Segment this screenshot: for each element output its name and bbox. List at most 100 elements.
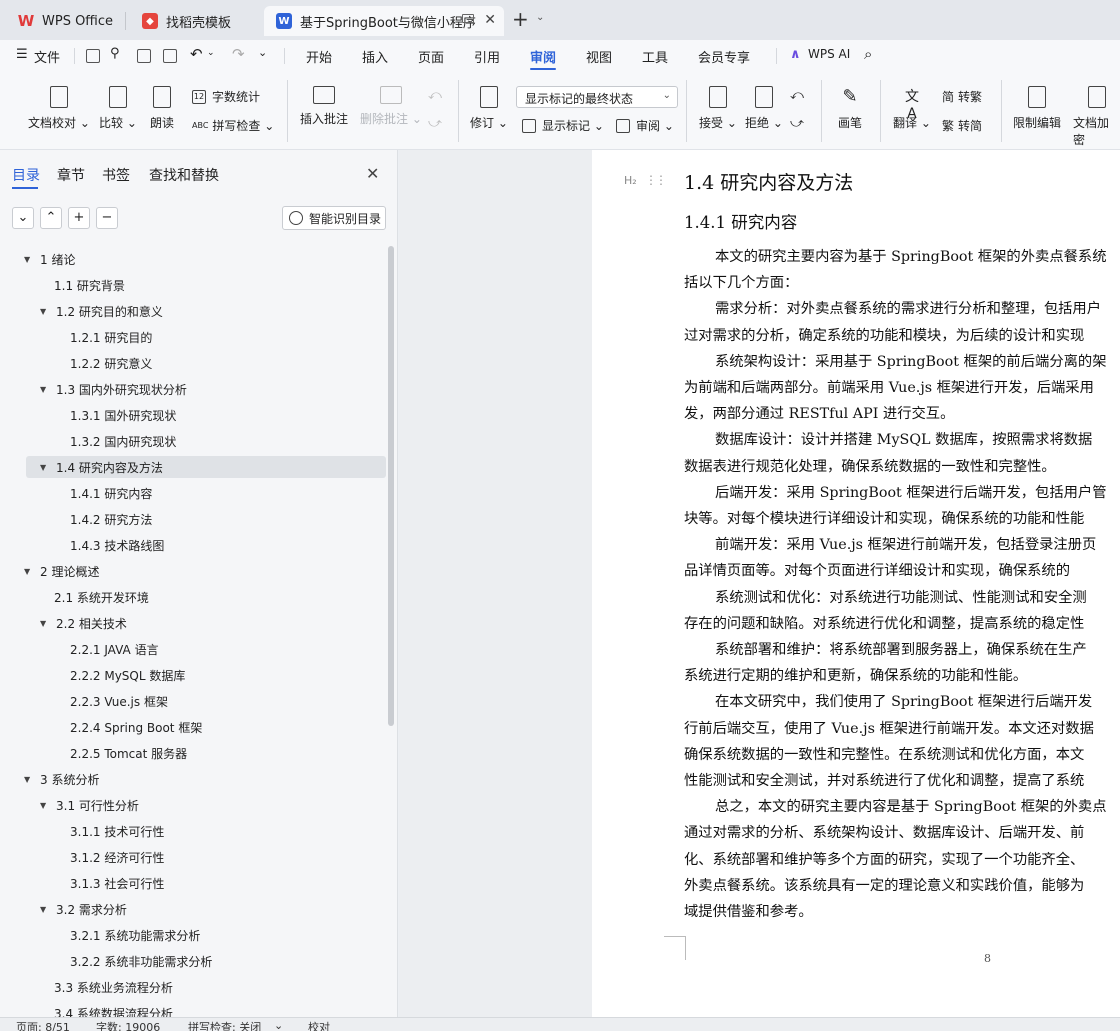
remove-heading-button[interactable]: − [96,207,118,229]
toc-item[interactable]: 1.3.2 国内研究现状 [70,430,176,452]
drag-handle-icon[interactable]: ⋮⋮ [645,173,665,187]
toc-item[interactable]: ▼3.1 可行性分析 [40,794,139,816]
chevron-down-icon[interactable]: ⌄ [207,48,215,58]
toc-item[interactable]: 1.4.2 研究方法 [70,508,152,530]
prev-comment-icon[interactable]: ⤺ [428,88,442,103]
accept-button[interactable]: 接受 ⌄ [699,86,737,131]
collapse-all-button[interactable]: ⌃ [40,207,62,229]
nav-tab-bookmark[interactable]: 书签 [102,165,130,185]
review-pane-button[interactable]: 审阅 ⌄ [616,117,674,134]
toc-item[interactable]: 1.1 研究背景 [54,274,125,296]
toc-item[interactable]: 2.2.5 Tomcat 服务器 [70,742,187,764]
toc-scrollbar[interactable] [388,246,394,726]
to-simplified-button[interactable]: 繁 转简 [942,117,982,134]
next-change-icon[interactable]: ⤻ [790,116,804,131]
to-traditional-button[interactable]: 简 转繁 [942,88,982,105]
toc-item[interactable]: 3.1.1 技术可行性 [70,820,164,842]
proof-indicator[interactable]: 校对 [308,1019,330,1031]
page-indicator[interactable]: 页面: 8/51 [16,1019,70,1031]
expand-arrow-icon[interactable]: ▼ [24,255,40,264]
toc-item[interactable]: ▼2.2 相关技术 [40,612,127,634]
menu-tools[interactable]: 工具 [642,47,668,66]
expand-arrow-icon[interactable]: ▼ [40,619,56,628]
wps-ai-button[interactable]: WPS AI [808,47,850,61]
markup-state-select[interactable]: 显示标记的最终状态 ⌄ [516,86,678,108]
menu-review[interactable]: 审阅 [530,47,556,66]
toc-item[interactable]: 1.2.1 研究目的 [70,326,152,348]
spell-check-indicator[interactable]: 拼写检查: 关闭 [188,1019,261,1031]
more-chevron-icon[interactable]: ⌄ [258,46,267,59]
doc-check-button[interactable]: 文档校对 ⌄ [28,86,90,131]
tab-document[interactable]: W 基于SpringBoot与微信小程序 ✕ [264,6,504,36]
undo-icon[interactable]: ↶ [190,45,203,63]
add-heading-button[interactable]: + [68,207,90,229]
chevron-down-icon[interactable]: ⌄ [536,12,544,23]
redo-icon[interactable]: ↷ [232,45,245,63]
show-markup-button[interactable]: 显示标记 ⌄ [522,117,604,134]
file-menu[interactable]: 文件 [34,47,60,66]
toc-item[interactable]: 3.2.2 系统非功能需求分析 [70,950,212,972]
smart-toc-button[interactable]: 智能识别目录 [282,206,386,230]
menu-member[interactable]: 会员专享 [698,47,750,66]
menu-page[interactable]: 页面 [418,47,444,66]
nav-tab-find-replace[interactable]: 查找和替换 [149,165,219,185]
expand-arrow-icon[interactable]: ▼ [24,775,40,784]
toc-item[interactable]: ▼3 系统分析 [24,768,99,790]
toc-item[interactable]: 2.2.4 Spring Boot 框架 [70,716,202,738]
close-pane-icon[interactable]: ✕ [366,164,379,183]
expand-arrow-icon[interactable]: ▼ [24,567,40,576]
reject-button[interactable]: 拒绝 ⌄ [745,86,783,131]
expand-arrow-icon[interactable]: ▼ [40,801,56,810]
read-aloud-button[interactable]: 朗读 [150,86,174,131]
delete-comment-button[interactable]: 删除批注 ⌄ [360,86,422,127]
expand-arrow-icon[interactable]: ▼ [40,385,56,394]
toc-item[interactable]: 3.2.1 系统功能需求分析 [70,924,200,946]
search-icon[interactable]: ⌕ [864,45,872,63]
compare-button[interactable]: 比较 ⌄ [99,86,137,131]
monitor-icon[interactable] [462,14,474,23]
new-tab-icon[interactable]: + [512,9,529,29]
prev-change-icon[interactable]: ⤺ [790,88,804,103]
expand-all-button[interactable]: ⌄ [12,207,34,229]
expand-arrow-icon[interactable]: ▼ [40,307,56,316]
tab-wps-office[interactable]: W WPS Office [6,6,122,36]
link-icon[interactable]: ⚲ [110,46,120,61]
close-tab-icon[interactable]: ✕ [484,12,496,28]
chevron-down-icon[interactable]: ⌄ [274,1019,283,1031]
toc-item[interactable]: 1.4.1 研究内容 [70,482,152,504]
expand-arrow-icon[interactable]: ▼ [40,905,56,914]
word-count-indicator[interactable]: 字数: 19006 [96,1019,160,1031]
word-count-button[interactable]: 12 字数统计 [192,88,260,105]
restrict-edit-button[interactable]: 限制编辑 [1013,86,1061,131]
menu-start[interactable]: 开始 [306,47,332,66]
toc-item[interactable]: 3.1.3 社会可行性 [70,872,164,894]
pen-button[interactable]: ✎ 画笔 [838,86,862,131]
spell-check-button[interactable]: ABC 拼写检查 ⌄ [192,117,274,134]
toc-item[interactable]: 2.2.2 MySQL 数据库 [70,664,185,686]
next-comment-icon[interactable]: ⤻ [428,116,442,131]
tab-template[interactable]: ◆ 找稻壳模板 [130,6,258,36]
toc-item[interactable]: 3.1.2 经济可行性 [70,846,164,868]
revise-button[interactable]: 修订 ⌄ [470,86,508,131]
toc-item[interactable]: ▼1.4 研究内容及方法 [40,456,163,478]
toc-item[interactable]: ▼2 理论概述 [24,560,99,582]
menu-view[interactable]: 视图 [586,47,612,66]
toc-item[interactable]: ▼1.2 研究目的和意义 [40,300,163,322]
toc-item[interactable]: 1.4.3 技术路线图 [70,534,164,556]
print-preview-icon[interactable] [163,49,177,63]
insert-comment-button[interactable]: 插入批注 [300,86,348,127]
print-icon[interactable] [137,49,151,63]
translate-button[interactable]: 文A 翻译 ⌄ [893,86,931,131]
menu-reference[interactable]: 引用 [474,47,500,66]
toc-item[interactable]: 2.2.1 JAVA 语言 [70,638,159,660]
toc-item[interactable]: 3.3 系统业务流程分析 [54,976,173,998]
toc-item[interactable]: 2.1 系统开发环境 [54,586,149,608]
toc-item[interactable]: 2.2.3 Vue.js 框架 [70,690,168,712]
menu-insert[interactable]: 插入 [362,47,388,66]
toc-item[interactable]: ▼1 绪论 [24,248,75,270]
toc-item[interactable]: ▼3.2 需求分析 [40,898,127,920]
toc-item[interactable]: ▼1.3 国内外研究现状分析 [40,378,187,400]
nav-tab-toc[interactable]: 目录 [12,165,40,185]
save-icon[interactable] [86,49,100,63]
nav-tab-chapter[interactable]: 章节 [57,165,85,185]
